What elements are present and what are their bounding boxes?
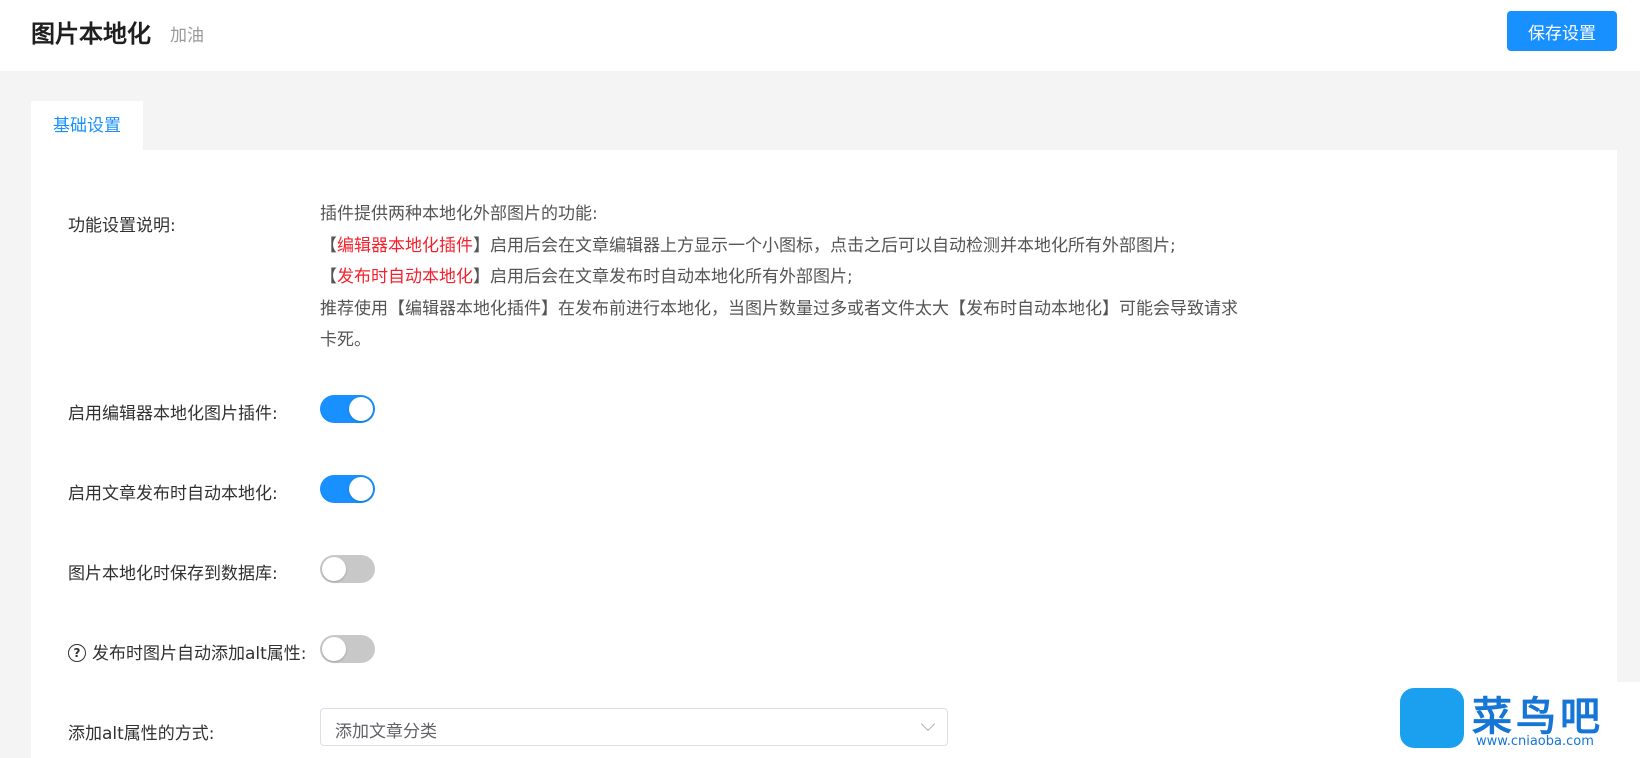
- toggle-knob: [322, 637, 346, 661]
- save-to-database-toggle[interactable]: [320, 555, 375, 583]
- save-to-database-label: 图片本地化时保存到数据库:: [68, 564, 278, 584]
- bracket-open: 【: [320, 267, 337, 287]
- alt-method-value: 添加文章分类: [335, 722, 437, 742]
- chevron-down-icon: [920, 716, 936, 732]
- auto-alt-label-text: 发布时图片自动添加alt属性:: [92, 644, 307, 664]
- tab-basic-settings[interactable]: 基础设置: [31, 101, 143, 151]
- watermark-url: www.cniaoba.com: [1476, 734, 1594, 749]
- save-settings-button[interactable]: 保存设置: [1507, 11, 1617, 51]
- auto-localize-toggle[interactable]: [320, 475, 375, 503]
- auto-alt-toggle[interactable]: [320, 635, 375, 663]
- watermark: 菜鸟吧 www.cniaoba.com: [1392, 682, 1640, 758]
- toggle-knob: [349, 477, 373, 501]
- auto-alt-label: ? 发布时图片自动添加alt属性:: [68, 639, 307, 664]
- top-bar: 图片本地化 加油 保存设置: [0, 0, 1640, 71]
- description-line-2-text: 】启用后会在文章编辑器上方显示一个小图标，点击之后可以自动检测并本地化所有外部图…: [473, 235, 1176, 256]
- page-subtitle: 加油: [170, 26, 204, 46]
- description-line-3: 【发布时自动本地化】启用后会在文章发布时自动本地化所有外部图片;: [320, 262, 1250, 294]
- feature-description: 插件提供两种本地化外部图片的功能: 【编辑器本地化插件】启用后会在文章编辑器上方…: [320, 199, 1250, 357]
- page-title: 图片本地化: [31, 20, 151, 48]
- auto-localize-label: 启用文章发布时自动本地化:: [68, 484, 278, 504]
- editor-plugin-highlight: 编辑器本地化插件: [337, 235, 473, 256]
- description-line-3-text: 】启用后会在文章发布时自动本地化所有外部图片;: [473, 267, 853, 287]
- auto-localize-highlight: 发布时自动本地化: [337, 267, 473, 287]
- toggle-knob: [322, 557, 346, 581]
- description-line-2: 【编辑器本地化插件】启用后会在文章编辑器上方显示一个小图标，点击之后可以自动检测…: [320, 231, 1250, 263]
- bird-logo-icon: [1400, 688, 1464, 748]
- description-line-1: 插件提供两种本地化外部图片的功能:: [320, 204, 598, 224]
- description-line-4: 推荐使用【编辑器本地化插件】在发布前进行本地化，当图片数量过多或者文件太大【发布…: [320, 298, 1238, 351]
- editor-plugin-toggle[interactable]: [320, 395, 375, 423]
- bracket-open: 【: [320, 235, 337, 256]
- editor-plugin-label: 启用编辑器本地化图片插件:: [68, 404, 278, 424]
- alt-method-label: 添加alt属性的方式:: [68, 724, 215, 744]
- question-circle-icon[interactable]: ?: [68, 643, 86, 662]
- alt-method-select[interactable]: 添加文章分类: [320, 708, 948, 746]
- toggle-knob: [349, 397, 373, 421]
- description-label: 功能设置说明:: [68, 216, 176, 236]
